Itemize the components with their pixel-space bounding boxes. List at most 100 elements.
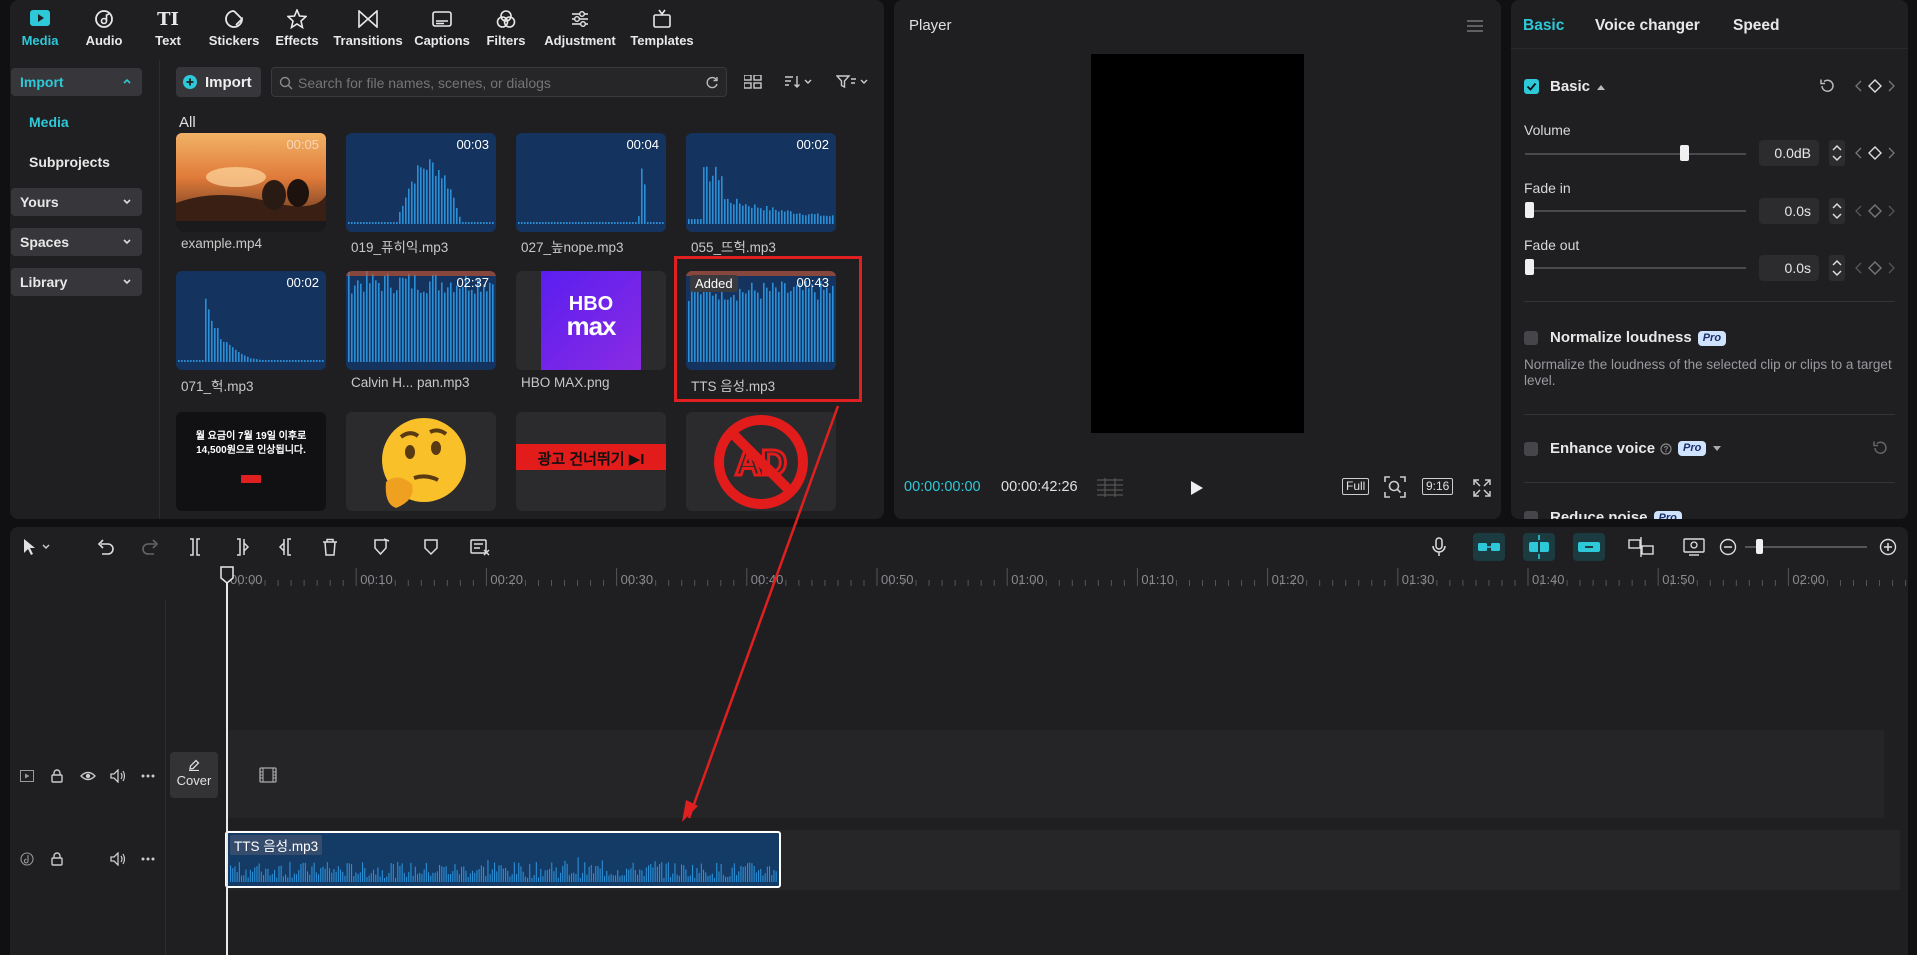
tab-speed[interactable]: Speed: [1733, 17, 1780, 35]
speaker-icon[interactable]: [110, 769, 126, 783]
auto-snap-toggle[interactable]: [1523, 533, 1555, 561]
media-thumb-019[interactable]: 00:03: [346, 133, 496, 232]
fadein-slider-thumb[interactable]: [1525, 202, 1534, 218]
normalize-checkbox[interactable]: [1524, 331, 1538, 345]
tab-audio[interactable]: Audio: [82, 0, 126, 48]
main-video-track[interactable]: [226, 730, 1884, 818]
keyframe-nav-icon[interactable]: [1855, 204, 1895, 218]
nav-import[interactable]: Import: [11, 68, 142, 96]
more-icon[interactable]: [141, 774, 155, 778]
tab-templates[interactable]: Templates: [628, 0, 696, 48]
fadein-stepper-icon[interactable]: [1829, 198, 1845, 224]
grid-view-icon[interactable]: [744, 75, 762, 89]
caret-down-icon[interactable]: [1712, 445, 1722, 453]
tab-text[interactable]: TI Text: [148, 0, 188, 49]
preview-axis-icon[interactable]: [1628, 536, 1654, 558]
search-box[interactable]: [271, 67, 727, 97]
speaker-icon[interactable]: [110, 852, 126, 866]
caret-up-icon[interactable]: [1596, 83, 1606, 91]
volume-value[interactable]: 0.0dB: [1759, 140, 1819, 166]
split-icon[interactable]: [187, 538, 203, 556]
search-input[interactable]: [296, 72, 700, 94]
tab-captions[interactable]: Captions: [414, 0, 470, 48]
refresh-icon[interactable]: [705, 76, 719, 90]
fadein-slider-track[interactable]: [1525, 210, 1746, 212]
mark-icon[interactable]: [372, 538, 390, 556]
fadein-value[interactable]: 0.0s: [1759, 198, 1819, 224]
nav-yours[interactable]: Yours: [11, 188, 142, 216]
media-thumb-071[interactable]: 00:02: [176, 271, 326, 370]
tab-voice-changer[interactable]: Voice changer: [1595, 17, 1700, 35]
select-tool-icon[interactable]: [22, 538, 52, 556]
volume-slider-thumb[interactable]: [1680, 145, 1690, 161]
media-thumb-calvin[interactable]: 02:37: [346, 271, 496, 370]
volume-slider-track[interactable]: [1525, 153, 1746, 155]
media-thumb-notice[interactable]: 월 요금이 7월 19일 이후로 14,500원으로 인상됩니다.: [176, 412, 326, 511]
split-left-icon[interactable]: [234, 538, 250, 556]
cover-button[interactable]: Cover: [170, 752, 218, 798]
zoom-in-icon[interactable]: [1879, 538, 1897, 556]
zoom-slider-thumb[interactable]: [1756, 539, 1763, 554]
timeline-grid-icon[interactable]: [1096, 477, 1124, 497]
basic-checkbox[interactable]: [1524, 79, 1539, 94]
tab-basic[interactable]: Basic: [1523, 17, 1564, 35]
media-thumb-hbomax[interactable]: HBO max: [516, 271, 666, 370]
fadeout-slider-track[interactable]: [1525, 267, 1746, 269]
enhance-checkbox[interactable]: [1524, 442, 1538, 456]
tab-effects[interactable]: Effects: [274, 0, 320, 48]
microphone-icon[interactable]: [1432, 537, 1446, 557]
tab-adjustment[interactable]: Adjustment: [542, 0, 618, 48]
undo-icon[interactable]: [96, 539, 114, 555]
edit-caption-icon[interactable]: [470, 538, 490, 556]
nav-spaces[interactable]: Spaces: [11, 228, 142, 256]
import-button[interactable]: Import: [176, 67, 261, 97]
nav-library[interactable]: Library: [11, 268, 142, 296]
audio-clip[interactable]: TTS 음성.mp3: [225, 831, 781, 888]
media-thumb-027[interactable]: 00:04: [516, 133, 666, 232]
delete-icon[interactable]: [322, 538, 338, 556]
help-icon[interactable]: ?: [1660, 442, 1672, 455]
more-icon[interactable]: [141, 857, 155, 861]
filter-icon[interactable]: [836, 75, 870, 89]
redo-icon[interactable]: [142, 539, 160, 555]
fadeout-stepper-icon[interactable]: [1829, 255, 1845, 281]
media-thumb-no-ad[interactable]: AD: [686, 412, 836, 511]
nav-media[interactable]: Media: [29, 114, 69, 130]
zoom-out-icon[interactable]: [1719, 538, 1737, 556]
main-track-magnet-toggle[interactable]: [1473, 533, 1505, 561]
reset-icon[interactable]: [1872, 440, 1888, 456]
fadeout-slider-thumb[interactable]: [1525, 259, 1534, 275]
aspect-ratio-button[interactable]: 9:16: [1422, 478, 1454, 495]
fullscreen-icon[interactable]: [1473, 479, 1491, 497]
keyframe-nav-icon[interactable]: [1855, 79, 1895, 93]
lock-icon[interactable]: [51, 769, 63, 783]
split-right-icon[interactable]: [278, 538, 294, 556]
menu-icon[interactable]: [1467, 20, 1483, 32]
nav-subprojects[interactable]: Subprojects: [29, 154, 110, 170]
fadeout-value[interactable]: 0.0s: [1759, 255, 1819, 281]
media-thumb-055[interactable]: 00:02: [686, 133, 836, 232]
tab-filters[interactable]: Filters: [484, 0, 528, 48]
playhead[interactable]: [226, 568, 228, 955]
linkage-toggle[interactable]: [1573, 533, 1605, 561]
volume-stepper-icon[interactable]: [1829, 140, 1845, 166]
sort-icon[interactable]: [784, 75, 814, 89]
tab-stickers[interactable]: Stickers: [206, 0, 262, 48]
tab-transitions[interactable]: Transitions: [333, 0, 403, 48]
timeline-ruler[interactable]: [226, 566, 1908, 588]
playhead-handle[interactable]: [220, 566, 234, 584]
keyframe-nav-icon[interactable]: [1855, 261, 1895, 275]
lock-icon[interactable]: [51, 852, 63, 866]
tab-media[interactable]: Media: [18, 0, 62, 48]
marker-icon[interactable]: [423, 538, 439, 556]
play-icon[interactable]: [1190, 480, 1204, 496]
media-thumb-thinking-emoji[interactable]: [346, 412, 496, 511]
reduce-noise-checkbox[interactable]: [1524, 511, 1538, 519]
full-quality-button[interactable]: Full: [1342, 478, 1370, 495]
reset-icon[interactable]: [1819, 78, 1835, 94]
screen-preview-icon[interactable]: [1683, 538, 1705, 556]
eye-icon[interactable]: [80, 770, 96, 782]
media-thumb-example[interactable]: 00:05: [176, 133, 326, 232]
zoom-fit-icon[interactable]: [1384, 476, 1406, 498]
keyframe-nav-icon[interactable]: [1855, 146, 1895, 160]
